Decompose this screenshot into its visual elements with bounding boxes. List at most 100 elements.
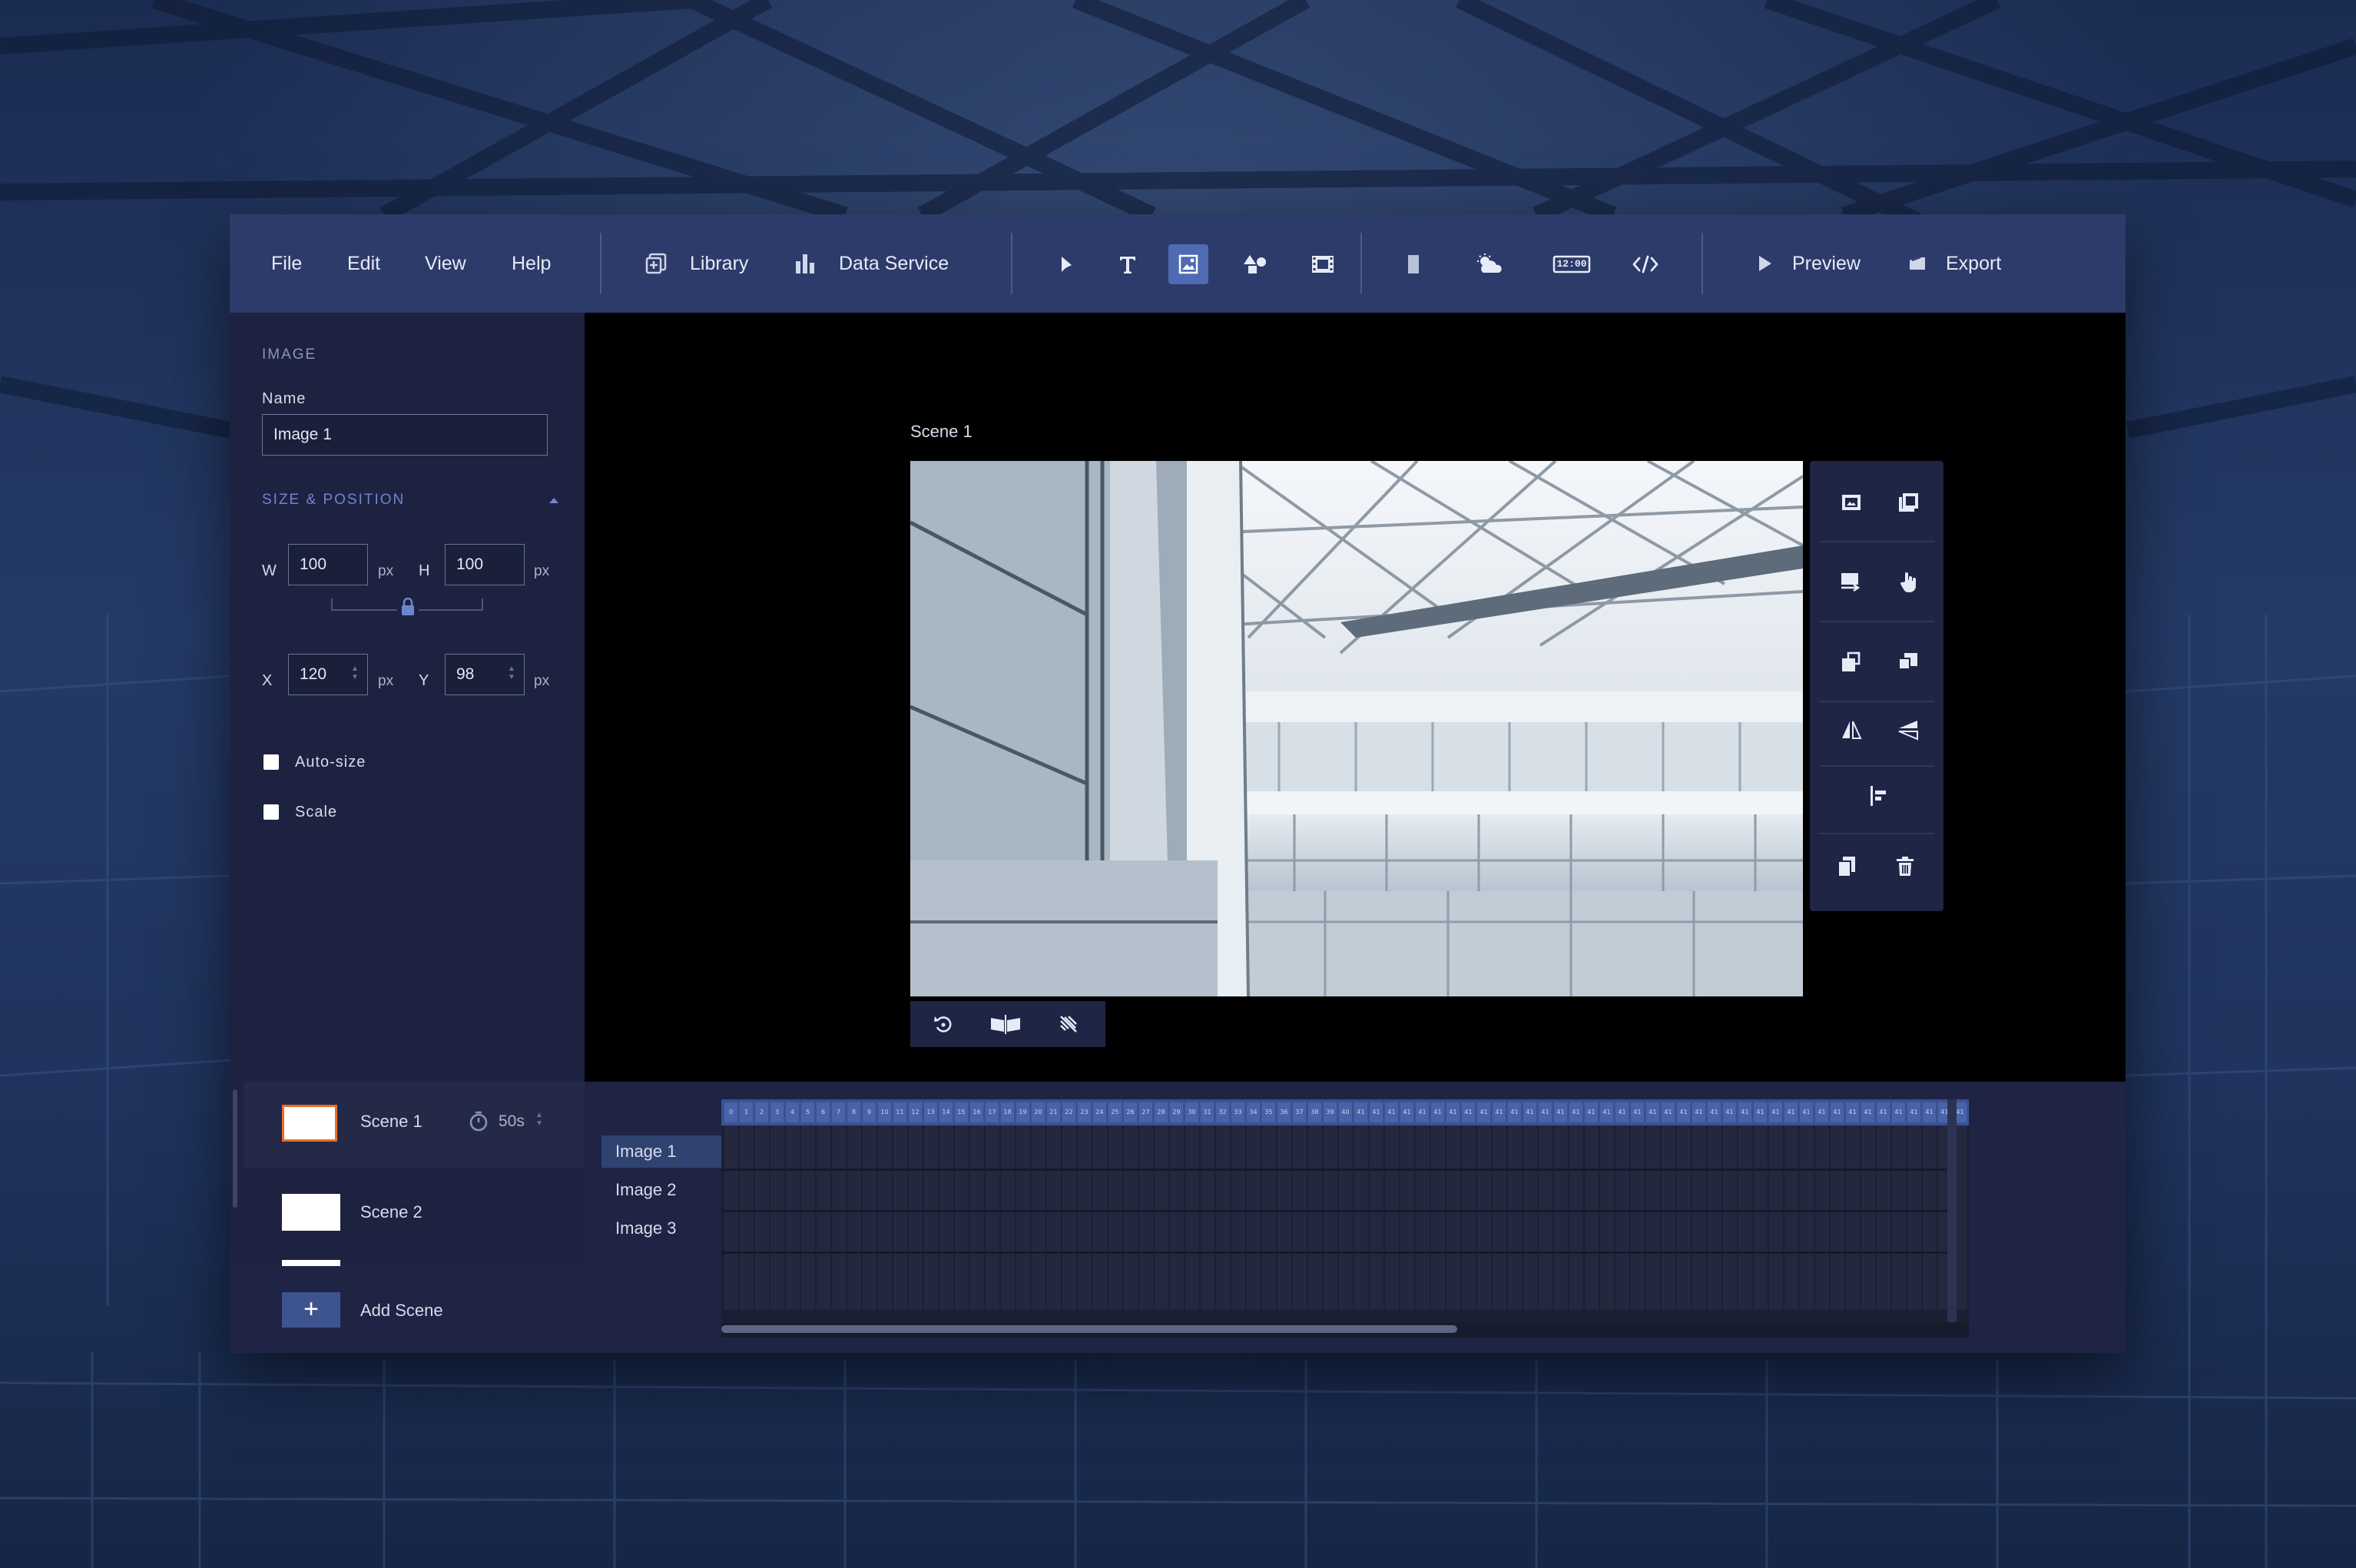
timeline-frame-number[interactable]: 41 <box>1923 1102 1936 1122</box>
rectangle-tool-button[interactable] <box>1393 244 1433 284</box>
timeline-frame-number[interactable]: 41 <box>1477 1102 1490 1122</box>
timeline-frame-number[interactable]: 39 <box>1324 1102 1337 1122</box>
export-icon[interactable] <box>1907 214 1927 313</box>
timeline-frame-number[interactable]: 41 <box>1846 1102 1859 1122</box>
timeline-frame-number[interactable]: 17 <box>986 1102 999 1122</box>
timeline-frame-number[interactable]: 41 <box>1738 1102 1751 1122</box>
timeline-frame-number[interactable]: 41 <box>1431 1102 1444 1122</box>
timeline-frame-number[interactable]: 20 <box>1032 1102 1045 1122</box>
timeline-frame-cell[interactable] <box>740 1125 754 1310</box>
timeline-vertical-scrollbar[interactable] <box>1947 1099 1957 1322</box>
timeline-frame-cell[interactable] <box>801 1125 815 1310</box>
timeline-frame-cell[interactable] <box>1462 1125 1476 1310</box>
timeline-frame-cell[interactable] <box>1784 1125 1798 1310</box>
timeline-frame-number[interactable]: 37 <box>1293 1102 1306 1122</box>
library-button[interactable]: Library <box>690 214 748 313</box>
timeline-frame-cell[interactable] <box>1754 1125 1768 1310</box>
timeline-frame-cell[interactable] <box>1370 1125 1383 1310</box>
timeline-frame-number[interactable]: 9 <box>863 1102 876 1122</box>
timeline-frame-cell[interactable] <box>817 1125 830 1310</box>
timeline-frame-cell[interactable] <box>1646 1125 1660 1310</box>
scene-duration[interactable]: 50s <box>499 1112 525 1131</box>
timeline-frame-number[interactable]: 25 <box>1108 1102 1122 1122</box>
flip-horizontal-icon[interactable] <box>1834 713 1868 747</box>
timeline-frame-number[interactable]: 41 <box>1446 1102 1460 1122</box>
text-tool-button[interactable] <box>1108 244 1148 284</box>
timeline-frame-number[interactable]: 18 <box>1001 1102 1014 1122</box>
timeline-frame-number[interactable]: 41 <box>1677 1102 1690 1122</box>
bring-forward-icon[interactable] <box>1834 645 1868 679</box>
timeline-frame-number[interactable]: 41 <box>1769 1102 1782 1122</box>
timeline-frame-number[interactable]: 41 <box>1784 1102 1798 1122</box>
timeline-frame-number[interactable]: 35 <box>1262 1102 1275 1122</box>
timeline-frame-cell[interactable] <box>1078 1125 1092 1310</box>
timeline-frame-cell[interactable] <box>1324 1125 1337 1310</box>
timeline-frame-number[interactable]: 41 <box>1370 1102 1383 1122</box>
timeline-frame-number[interactable]: 41 <box>1892 1102 1905 1122</box>
timeline-frame-number[interactable]: 8 <box>847 1102 860 1122</box>
timeline-frame-cell[interactable] <box>1001 1125 1015 1310</box>
timeline-frame-number[interactable]: 31 <box>1201 1102 1214 1122</box>
timeline-frame-cell[interactable] <box>1907 1125 1921 1310</box>
timeline-frame-number[interactable]: 41 <box>1416 1102 1429 1122</box>
timeline-frame-cell[interactable] <box>1431 1125 1445 1310</box>
timeline-frame-number[interactable]: 13 <box>924 1102 937 1122</box>
timeline-frame-number[interactable]: 21 <box>1047 1102 1060 1122</box>
timeline-frame-cell[interactable] <box>1016 1125 1030 1310</box>
add-scene-label[interactable]: Add Scene <box>360 1301 443 1321</box>
timeline-grid[interactable] <box>721 1125 1969 1310</box>
name-input[interactable] <box>262 414 548 456</box>
timeline-frame-cell[interactable] <box>1124 1125 1138 1310</box>
timeline-frame-cell[interactable] <box>863 1125 876 1310</box>
rotate-icon[interactable] <box>926 1007 960 1041</box>
timeline-frame-cell[interactable] <box>1662 1125 1675 1310</box>
timeline-frame-number[interactable]: 1 <box>740 1102 753 1122</box>
menu-file[interactable]: File <box>271 214 302 313</box>
timeline-frame-number[interactable]: 10 <box>878 1102 891 1122</box>
timeline-frame-number[interactable]: 41 <box>1754 1102 1767 1122</box>
weather-tool-button[interactable] <box>1470 244 1509 284</box>
timeline-frame-number[interactable]: 41 <box>1662 1102 1675 1122</box>
timeline-frame-cell[interactable] <box>1385 1125 1399 1310</box>
timeline-frame-number[interactable]: 41 <box>1585 1102 1598 1122</box>
timeline-frame-cell[interactable] <box>1493 1125 1506 1310</box>
video-tool-button[interactable] <box>1303 244 1343 284</box>
timeline-frame-number[interactable]: 41 <box>1877 1102 1890 1122</box>
timeline-frame-cell[interactable] <box>1892 1125 1906 1310</box>
timeline-frame-number[interactable]: 41 <box>1600 1102 1613 1122</box>
timeline-frame-number[interactable]: 41 <box>1861 1102 1874 1122</box>
timeline-frame-cell[interactable] <box>1523 1125 1537 1310</box>
timeline-frame-cell[interactable] <box>1508 1125 1522 1310</box>
menu-help[interactable]: Help <box>512 214 551 313</box>
select-tool-button[interactable] <box>1046 244 1086 284</box>
timeline-frame-cell[interactable] <box>1139 1125 1153 1310</box>
align-left-icon[interactable] <box>1862 779 1896 813</box>
scene-item[interactable]: Scene 2 <box>244 1168 585 1254</box>
timeline-frame-number[interactable]: 15 <box>955 1102 968 1122</box>
timeline-frame-number[interactable]: 26 <box>1124 1102 1137 1122</box>
timeline-frame-cell[interactable] <box>1723 1125 1737 1310</box>
timeline-frame-number[interactable]: 41 <box>1554 1102 1567 1122</box>
timeline-frame-cell[interactable] <box>1446 1125 1460 1310</box>
timeline-frame-cell[interactable] <box>1554 1125 1568 1310</box>
timeline-frame-number[interactable]: 41 <box>1523 1102 1536 1122</box>
timeline-frame-cell[interactable] <box>1339 1125 1353 1310</box>
timeline-frame-cell[interactable] <box>1047 1125 1061 1310</box>
send-backward-icon[interactable] <box>1891 645 1925 679</box>
timeline-frame-cell[interactable] <box>909 1125 923 1310</box>
clock-tool-button[interactable]: 12:00 <box>1548 244 1596 284</box>
scene-image[interactable] <box>910 461 1803 996</box>
timeline-frame-cell[interactable] <box>724 1125 738 1310</box>
timeline-frame-number[interactable]: 4 <box>786 1102 799 1122</box>
timeline-frame-number[interactable]: 41 <box>1508 1102 1521 1122</box>
timeline-frame-cell[interactable] <box>1692 1125 1706 1310</box>
timeline-ruler[interactable]: 0 1 2 3 4 5 6 7 8 9 10 11 12 13 14 15 16 17 18 19 20 21 22 23 24… <box>721 1099 1969 1125</box>
timeline-frame-number[interactable]: 38 <box>1308 1102 1321 1122</box>
timeline-frame-number[interactable]: 36 <box>1277 1102 1291 1122</box>
timeline[interactable]: 0 1 2 3 4 5 6 7 8 9 10 11 12 13 14 15 16 17 18 19 20 21 22 23 24… <box>721 1099 1969 1338</box>
auto-size-checkbox[interactable] <box>263 754 279 770</box>
timeline-hscroll-thumb[interactable] <box>721 1325 1457 1333</box>
timeline-frame-cell[interactable] <box>786 1125 800 1310</box>
timeline-frame-cell[interactable] <box>1231 1125 1245 1310</box>
scene-item[interactable]: Scene 1 50s ▲ ▼ <box>244 1082 585 1168</box>
